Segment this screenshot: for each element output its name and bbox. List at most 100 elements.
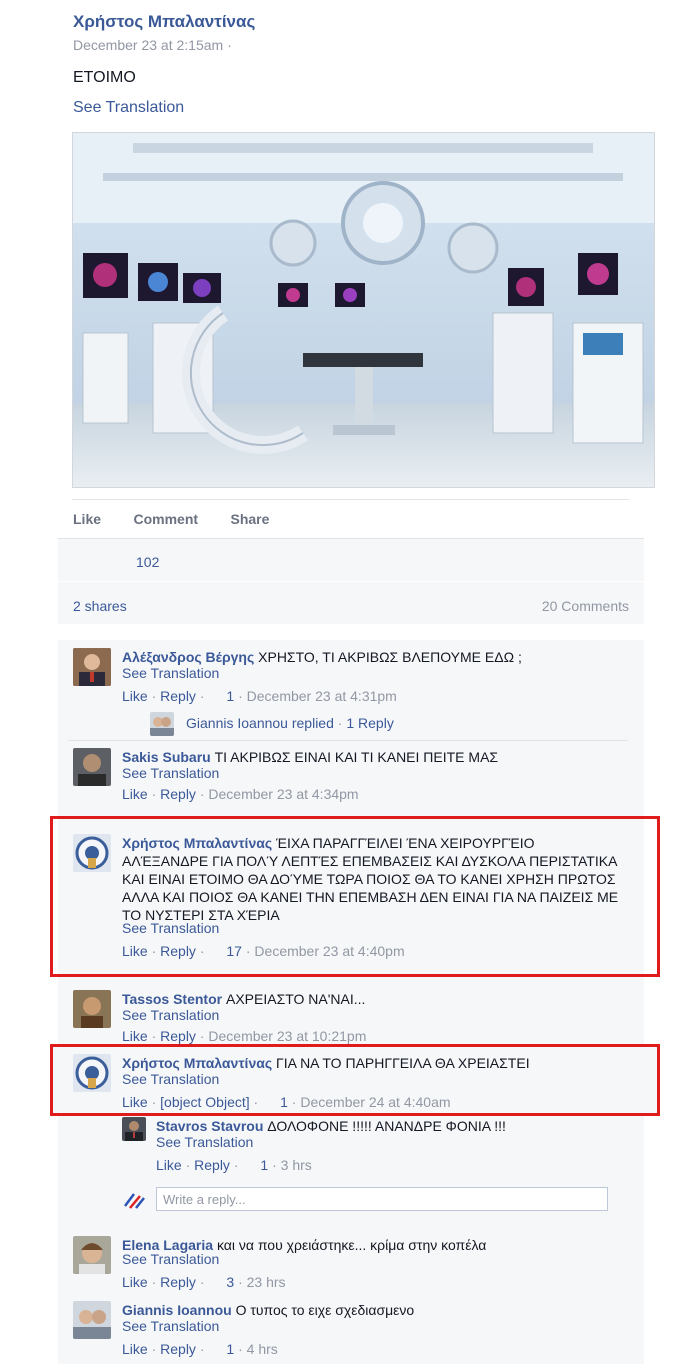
avatar[interactable] <box>73 990 111 1028</box>
comment: Χρήστος Μπαλαντίνας ΓΙΑ ΝΑ ΤΟ ΠΑΡΗΓΓΕΙΛΑ… <box>122 1054 632 1072</box>
comment-button[interactable]: Comment <box>133 511 198 527</box>
reply-reply[interactable]: Reply <box>194 1157 230 1173</box>
comment-reply[interactable]: Reply <box>160 786 196 802</box>
post-see-translation[interactable]: See Translation <box>73 99 184 117</box>
like-count[interactable]: 1 <box>280 1094 288 1110</box>
like-count[interactable]: 17 <box>226 943 242 959</box>
comment-actions: Like · Reply · 3 · 23 hrs <box>122 1274 286 1290</box>
comment-reply[interactable]: Reply <box>160 688 196 704</box>
see-translation[interactable]: See Translation <box>122 665 219 681</box>
post-text: ΕΤΟΙΜΟ <box>73 69 136 86</box>
comment-reply[interactable]: Reply <box>160 1028 196 1044</box>
post-photo[interactable] <box>72 132 655 488</box>
user-photo-icon <box>150 712 174 736</box>
share-button[interactable]: Share <box>230 511 269 527</box>
reply-avatar[interactable] <box>122 1117 146 1141</box>
comment-author[interactable]: Sakis Subaru <box>122 749 211 765</box>
like-button[interactable]: Like <box>73 511 101 527</box>
comment-time[interactable]: December 23 at 4:40pm <box>254 943 404 959</box>
comment-author[interactable]: Tassos Stentor <box>122 991 222 1007</box>
comment-actions: Like · Reply · 1 · 4 hrs <box>122 1341 278 1357</box>
emblem-icon <box>73 1054 111 1092</box>
comment-text: ΑΧΡΕΙΑΣΤΟ ΝΑ'ΝΑΙ... <box>226 991 366 1007</box>
reply-placeholder: Write a reply... <box>163 1192 246 1207</box>
like-count[interactable]: 1 <box>226 1341 234 1357</box>
comment-like[interactable]: Like <box>122 688 148 704</box>
user-photo-icon <box>73 648 111 686</box>
comment-like[interactable]: Like <box>122 786 148 802</box>
comment: Tassos Stentor ΑΧΡΕΙΑΣΤΟ ΝΑ'ΝΑΙ... <box>122 990 632 1008</box>
see-translation[interactable]: See Translation <box>122 765 219 781</box>
likes-panel: 102 <box>58 538 644 581</box>
comment-like[interactable]: Like <box>122 1094 148 1110</box>
post-author[interactable]: Χρήστος Μπαλαντίνας <box>73 12 255 32</box>
comment-author[interactable]: Χρήστος Μπαλαντίνας <box>122 835 272 851</box>
comment-time[interactable]: December 24 at 4:40am <box>300 1094 450 1110</box>
comment-time[interactable]: December 23 at 4:31pm <box>247 688 397 704</box>
reply-author[interactable]: Stavros Stavrou <box>156 1118 263 1134</box>
comment-author[interactable]: Αλέξανδρος Βέργης <box>122 649 254 665</box>
comment-author[interactable]: Giannis Ioannou <box>122 1302 232 1318</box>
see-translation[interactable]: See Translation <box>156 1134 253 1150</box>
reply-actions: Like · Reply · 1 · 3 hrs <box>156 1157 312 1173</box>
comment-reply[interactable]: Reply <box>160 1274 196 1290</box>
reply: Stavros Stavrou ΔΟΛΟΦΟΝΕ !!!!! ΑΝΑΝΔΡΕ Φ… <box>156 1117 626 1135</box>
avatar[interactable] <box>73 1236 111 1274</box>
comment-actions: Like · Reply · December 23 at 4:34pm <box>122 786 359 802</box>
replies-summary[interactable]: Giannis Ioannou replied · 1 Reply <box>186 715 394 731</box>
comment-time[interactable]: December 23 at 4:34pm <box>208 786 358 802</box>
post-time[interactable]: December 23 at 2:15am <box>73 37 223 53</box>
comment-actions: Like · Reply · 1 · December 23 at 4:31pm <box>122 688 397 704</box>
see-translation[interactable]: See Translation <box>122 1007 219 1023</box>
comment-reply[interactable]: [object Object] <box>160 1094 250 1110</box>
user-photo-icon <box>73 1301 111 1339</box>
avatar[interactable] <box>73 648 111 686</box>
see-translation[interactable]: See Translation <box>122 1251 219 1267</box>
comment-like[interactable]: Like <box>122 1274 148 1290</box>
reply-text: ΔΟΛΟΦΟΝΕ !!!!! ΑΝΑΝΔΡΕ ΦΟΝΙΑ !!! <box>267 1118 506 1134</box>
operating-room-image <box>73 133 654 487</box>
comment-time[interactable]: 4 hrs <box>247 1341 278 1357</box>
avatar[interactable] <box>73 1054 111 1092</box>
user-photo-icon <box>122 1117 146 1141</box>
comment-reply[interactable]: Reply <box>160 1341 196 1357</box>
comment-actions: Like · Reply · December 23 at 10:21pm <box>122 1028 367 1044</box>
comments-count[interactable]: 20 Comments <box>542 598 629 614</box>
see-translation[interactable]: See Translation <box>122 920 219 936</box>
reply-like[interactable]: Like <box>156 1157 182 1173</box>
like-count[interactable]: 3 <box>226 1274 234 1290</box>
avatar[interactable] <box>73 834 111 872</box>
reply-time[interactable]: 3 hrs <box>281 1157 312 1173</box>
like-count[interactable]: 1 <box>260 1157 268 1173</box>
post-timestamp[interactable]: December 23 at 2:15am · <box>73 37 232 53</box>
see-translation[interactable]: See Translation <box>122 1071 219 1087</box>
comment-text: ΤΙ ΑΚΡΙΒΩΣ ΕΙΝΑΙ ΚΑΙ ΤΙ ΚΑΝΕΙ ΠΕΙΤΕ ΜΑΣ <box>214 749 499 765</box>
reply-avatar[interactable] <box>150 712 174 736</box>
emblem-icon <box>73 834 111 872</box>
comment-reply[interactable]: Reply <box>160 943 196 959</box>
avatar[interactable] <box>73 748 111 786</box>
comment-author[interactable]: Χρήστος Μπαλαντίνας <box>122 1055 272 1071</box>
comment-text: Ο τυπος το ειχε σχεδιασμενο <box>235 1302 415 1318</box>
avatar[interactable] <box>73 1301 111 1339</box>
divider <box>72 499 629 500</box>
comment: Αλέξανδρος Βέργης ΧΡΗΣΤΟ, ΤΙ ΑΚΡΙΒΩΣ ΒΛΕ… <box>122 648 632 666</box>
comment-time[interactable]: 23 hrs <box>247 1274 286 1290</box>
comment: Sakis Subaru ΤΙ ΑΚΡΙΒΩΣ ΕΙΝΑΙ ΚΑΙ ΤΙ ΚΑΝ… <box>122 748 632 766</box>
comment-time[interactable]: December 23 at 10:21pm <box>208 1028 366 1044</box>
replies-summary-text[interactable]: Giannis Ioannou replied <box>186 715 334 731</box>
comment-like[interactable]: Like <box>122 1341 148 1357</box>
comment-like[interactable]: Like <box>122 943 148 959</box>
see-translation[interactable]: See Translation <box>122 1318 219 1334</box>
reply-input[interactable]: Write a reply... <box>156 1187 608 1211</box>
comment-text: ΓΙΑ ΝΑ ΤΟ ΠΑΡΗΓΓΕΙΛΑ ΘΑ ΧΡΕΙΑΣΤΕΙ <box>276 1055 530 1071</box>
likes-count[interactable]: 102 <box>136 554 159 570</box>
like-count[interactable]: 1 <box>226 688 234 704</box>
user-photo-icon <box>73 1236 111 1274</box>
comment-actions: Like · [object Object] · 1 · December 24… <box>122 1094 451 1110</box>
comment-text: και να που χρειάστηκε... κρίμα στην κοπέ… <box>216 1237 487 1253</box>
view-replies-link[interactable]: 1 Reply <box>346 715 393 731</box>
comment-like[interactable]: Like <box>122 1028 148 1044</box>
shares-link[interactable]: 2 shares <box>73 598 127 614</box>
comment: Giannis Ioannou Ο τυπος το ειχε σχεδιασμ… <box>122 1301 632 1319</box>
